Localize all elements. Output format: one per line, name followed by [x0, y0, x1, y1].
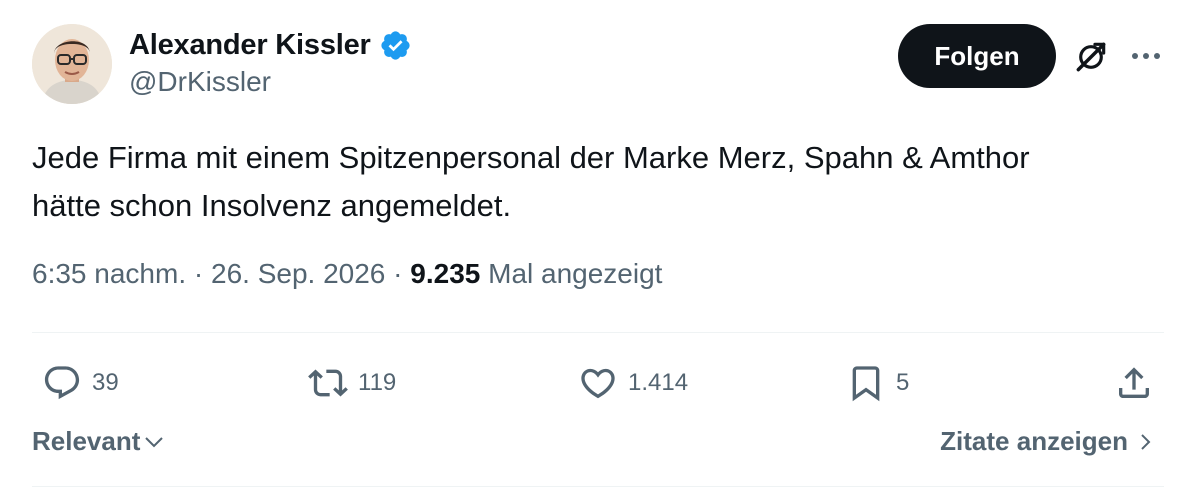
follow-button[interactable]: Folgen	[898, 24, 1056, 88]
meta-separator: ·	[193, 258, 204, 289]
tweet-date[interactable]: 26. Sep. 2026	[211, 258, 385, 289]
author-display-name[interactable]: Alexander Kissler	[129, 29, 371, 62]
reply-count: 39	[92, 369, 119, 396]
tweet-container: Alexander Kissler @DrKissler Folgen Jede…	[0, 0, 1196, 488]
tweet-text: Jede Firma mit einem Spitzenpersonal der…	[32, 134, 1172, 230]
views-label: Mal angezeigt	[488, 258, 663, 289]
grok-icon[interactable]	[1072, 38, 1110, 76]
tweet-time[interactable]: 6:35 nachm.	[32, 258, 186, 289]
chevron-right-icon	[1141, 433, 1151, 450]
sort-label: Relevant	[32, 426, 141, 456]
retweet-button[interactable]: 119	[308, 360, 396, 406]
sort-dropdown[interactable]: Relevant	[32, 426, 166, 457]
retweet-count: 119	[358, 369, 397, 396]
heart-icon	[581, 368, 615, 399]
avatar-image	[32, 24, 112, 104]
divider	[32, 486, 1164, 487]
tweet-text-line: hätte schon Insolvenz angemeldet.	[32, 188, 512, 223]
more-icon[interactable]	[1128, 44, 1164, 68]
share-icon	[1119, 367, 1149, 398]
meta-separator: ·	[393, 258, 403, 289]
like-count: 1.414	[628, 369, 689, 396]
divider	[32, 332, 1164, 333]
bookmark-button[interactable]: 5	[846, 360, 909, 406]
verified-badge-icon[interactable]	[379, 29, 412, 62]
like-button[interactable]: 1.414	[578, 360, 688, 406]
author-name-row[interactable]: Alexander Kissler	[129, 25, 412, 65]
views-count: 9.235	[410, 258, 481, 289]
view-quotes-link[interactable]: Zitate anzeigen	[940, 426, 1156, 457]
bookmark-count: 5	[896, 369, 910, 396]
chevron-down-icon	[145, 436, 164, 447]
retweet-icon	[308, 369, 348, 397]
share-button[interactable]	[1114, 360, 1154, 406]
author-handle[interactable]: @DrKissler	[129, 66, 271, 98]
quotes-label: Zitate anzeigen	[940, 426, 1128, 456]
tweet-meta: 6:35 nachm. · 26. Sep. 2026 · 9.235 Mal …	[32, 258, 662, 290]
tweet-text-line: Jede Firma mit einem Spitzenpersonal der…	[32, 140, 1030, 175]
reply-icon	[44, 366, 80, 400]
avatar[interactable]	[32, 24, 112, 104]
reply-button[interactable]: 39	[42, 360, 119, 406]
bookmark-icon	[852, 366, 880, 402]
